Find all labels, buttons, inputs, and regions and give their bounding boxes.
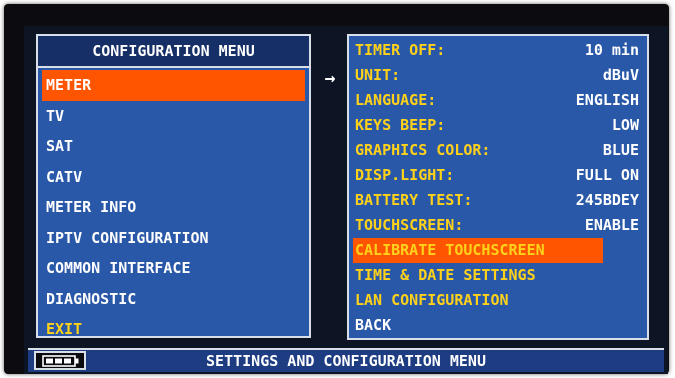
setting-value: 10 min (584, 41, 639, 59)
action-calibrate-touchscreen[interactable]: CALIBRATE TOUCHSCREEN (353, 238, 603, 263)
setting-label: DISP.LIGHT: (355, 166, 455, 184)
configuration-menu-title: CONFIGURATION MENU (38, 36, 309, 68)
setting-timer-off[interactable]: TIMER OFF: 10 min (353, 38, 643, 63)
menu-item-iptv-configuration[interactable]: IPTV CONFIGURATION (42, 223, 305, 254)
battery-indicator (34, 351, 86, 370)
setting-language[interactable]: LANGUAGE: ENGLISH (353, 88, 643, 113)
status-bar-title: SETTINGS AND CONFIGURATION MENU (206, 352, 486, 370)
menu-item-meter[interactable]: METER (42, 70, 305, 101)
setting-value: BLUE (602, 141, 639, 159)
menu-item-tv[interactable]: TV (42, 101, 305, 132)
setting-label: UNIT: (355, 66, 401, 84)
setting-label: LANGUAGE: (355, 91, 437, 109)
action-label: BACK (355, 316, 392, 334)
setting-unit[interactable]: UNIT: dBuV (353, 63, 643, 88)
setting-value: FULL ON (575, 166, 639, 184)
action-label: TIME & DATE SETTINGS (355, 266, 536, 284)
menu-item-meter-info[interactable]: METER INFO (42, 192, 305, 223)
setting-label: TOUCHSCREEN: (355, 216, 464, 234)
setting-value: ENGLISH (575, 91, 639, 109)
submenu-arrow-icon: → (324, 68, 336, 89)
action-time-date-settings[interactable]: TIME & DATE SETTINGS (353, 263, 643, 288)
menu-item-common-interface[interactable]: COMMON INTERFACE (42, 253, 305, 284)
menu-item-diagnostic[interactable]: DIAGNOSTIC (42, 284, 305, 315)
setting-label: TIMER OFF: (355, 41, 446, 59)
setting-label: GRAPHICS COLOR: (355, 141, 491, 159)
meter-settings-panel: TIMER OFF: 10 min UNIT: dBuV LANGUAGE: E… (347, 34, 649, 340)
setting-value: 245BDEY (575, 191, 639, 209)
battery-icon (42, 355, 79, 367)
setting-battery-test[interactable]: BATTERY TEST: 245BDEY (353, 188, 643, 213)
meter-settings-list: TIMER OFF: 10 min UNIT: dBuV LANGUAGE: E… (349, 36, 647, 338)
setting-value: ENABLE (584, 216, 639, 234)
setting-label: KEYS BEEP: (355, 116, 446, 134)
setting-disp-light[interactable]: DISP.LIGHT: FULL ON (353, 163, 643, 188)
configuration-menu-list: METER TV SAT CATV METER INFO IPTV CONFIG… (38, 68, 309, 345)
action-label: CALIBRATE TOUCHSCREEN (355, 241, 545, 259)
setting-touchscreen[interactable]: TOUCHSCREEN: ENABLE (353, 213, 643, 238)
action-lan-configuration[interactable]: LAN CONFIGURATION (353, 288, 643, 313)
menu-item-exit[interactable]: EXIT (42, 314, 305, 345)
setting-value: dBuV (602, 66, 639, 84)
action-label: LAN CONFIGURATION (355, 291, 509, 309)
device-screen: CONFIGURATION MENU METER TV SAT CATV MET… (24, 26, 668, 374)
action-back[interactable]: BACK (353, 313, 643, 338)
setting-label: BATTERY TEST: (355, 191, 473, 209)
menu-item-catv[interactable]: CATV (42, 162, 305, 193)
setting-value: LOW (611, 116, 639, 134)
configuration-menu-panel: CONFIGURATION MENU METER TV SAT CATV MET… (36, 34, 311, 338)
setting-graphics-color[interactable]: GRAPHICS COLOR: BLUE (353, 138, 643, 163)
setting-keys-beep[interactable]: KEYS BEEP: LOW (353, 113, 643, 138)
menu-item-sat[interactable]: SAT (42, 131, 305, 162)
status-bar: SETTINGS AND CONFIGURATION MENU (28, 348, 664, 372)
device-bezel: CONFIGURATION MENU METER TV SAT CATV MET… (4, 4, 669, 374)
